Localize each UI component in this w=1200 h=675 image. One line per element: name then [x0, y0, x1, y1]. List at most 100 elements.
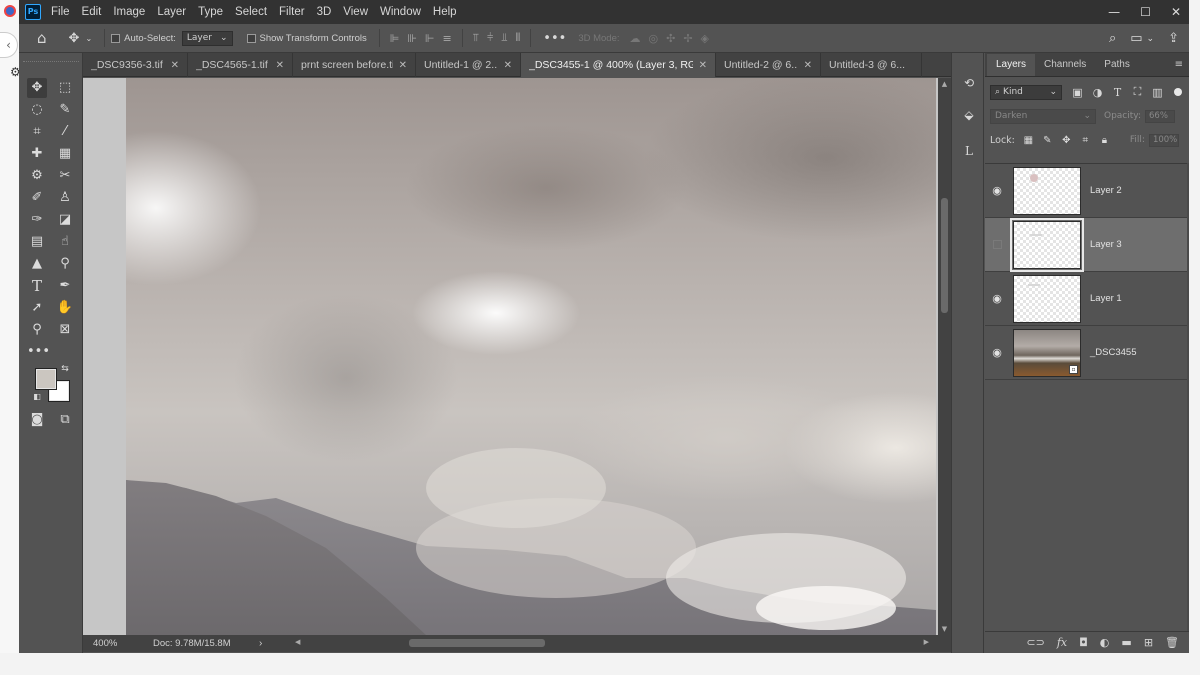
- close-icon[interactable]: ✕: [276, 60, 284, 71]
- layer-row[interactable]: ◉ Layer 2: [985, 164, 1189, 218]
- layer-name[interactable]: Layer 1: [1090, 293, 1122, 304]
- visibility-eye-icon[interactable]: ◉: [985, 184, 1009, 197]
- share-icon[interactable]: ⇪: [1168, 31, 1179, 46]
- show-transform-checkbox[interactable]: [246, 33, 256, 43]
- gradient-tool-icon[interactable]: ▤: [27, 232, 47, 252]
- fx-icon[interactable]: fx: [1057, 636, 1067, 649]
- link-layers-icon[interactable]: ⊂⊃: [1026, 636, 1044, 649]
- layer-kind-dropdown[interactable]: ⌕ Kind ⌄: [990, 84, 1062, 100]
- 3d-scale-icon[interactable]: ◈: [701, 32, 709, 45]
- visibility-eye-icon[interactable]: ◉: [985, 292, 1009, 305]
- menu-3d[interactable]: 3D: [317, 6, 332, 18]
- new-group-icon[interactable]: ▬: [1121, 636, 1131, 649]
- quick-select-tool-icon[interactable]: ✎: [55, 100, 75, 120]
- fill-input[interactable]: 100%: [1148, 133, 1179, 147]
- layer-name[interactable]: _DSC3455: [1090, 347, 1136, 358]
- lock-position-icon[interactable]: ✥: [1061, 135, 1072, 146]
- 3d-roll-icon[interactable]: ◎: [649, 32, 659, 45]
- distribute-vertical-icon[interactable]: ⦀: [515, 31, 520, 45]
- scroll-down-icon[interactable]: ▼: [938, 625, 951, 633]
- visibility-eye-icon[interactable]: ◉: [985, 346, 1009, 359]
- delete-layer-icon[interactable]: 🗑︎: [1165, 636, 1179, 649]
- eyedropper-tool-icon[interactable]: ⁄: [55, 122, 75, 142]
- 3d-drag-icon[interactable]: ✣: [666, 32, 675, 45]
- doc-tab[interactable]: _DSC4565-1.tif ✕: [188, 53, 293, 77]
- search-icon[interactable]: ⌕: [1109, 31, 1116, 46]
- scroll-up-icon[interactable]: ▲: [938, 80, 951, 88]
- doc-tab[interactable]: Untitled-3 @ 6...: [821, 53, 922, 77]
- scroll-right-icon[interactable]: ▶: [924, 638, 929, 646]
- auto-select-target-dropdown[interactable]: Layer ⌄: [181, 30, 233, 46]
- align-vertical-centers-icon[interactable]: ⫩: [487, 31, 493, 45]
- move-tool-icon[interactable]: ✥: [69, 31, 80, 46]
- layers-scrollbar[interactable]: [1187, 163, 1189, 633]
- foreground-color-swatch[interactable]: [36, 369, 56, 389]
- align-horizontal-centers-icon[interactable]: ⊪: [407, 32, 417, 45]
- scroll-left-icon[interactable]: ◀: [295, 638, 300, 646]
- browser-back-icon[interactable]: ‹: [0, 32, 18, 58]
- history-panel-icon[interactable]: ⟲: [959, 73, 979, 93]
- crop-tool-icon[interactable]: ⌗: [27, 122, 47, 142]
- chevron-down-icon[interactable]: ⌄: [1147, 34, 1155, 44]
- align-left-edges-icon[interactable]: ⊫: [390, 32, 400, 45]
- panel-menu-icon[interactable]: ≡: [1175, 59, 1183, 70]
- layer-row[interactable]: ◉ ▫ _DSC3455: [985, 326, 1189, 380]
- zoom-tool-icon[interactable]: ⚲: [27, 320, 47, 340]
- lock-all-icon[interactable]: 🔒︎: [1099, 135, 1110, 146]
- edit-toolbar-icon[interactable]: •••: [27, 342, 50, 362]
- quick-mask-icon[interactable]: ◙: [27, 410, 47, 430]
- lasso-tool-icon[interactable]: ◌: [27, 100, 47, 120]
- more-options-icon[interactable]: •••: [543, 31, 566, 46]
- filter-toggle[interactable]: [1174, 88, 1182, 96]
- menu-type[interactable]: Type: [198, 6, 223, 18]
- doc-tab[interactable]: _DSC9356-3.tif ✕: [83, 53, 188, 77]
- doc-tab[interactable]: Untitled-1 @ 2... ✕: [416, 53, 521, 77]
- menu-layer[interactable]: Layer: [157, 6, 186, 18]
- zoom-level[interactable]: 400%: [93, 638, 153, 649]
- move-tool-icon[interactable]: ✥: [27, 78, 47, 98]
- menu-view[interactable]: View: [343, 6, 368, 18]
- menu-filter[interactable]: Filter: [279, 6, 305, 18]
- menu-help[interactable]: Help: [433, 6, 457, 18]
- path-selection-tool-icon[interactable]: ➚: [27, 298, 47, 318]
- smudge-tool-icon[interactable]: ☝: [55, 232, 75, 252]
- visibility-toggle-off[interactable]: [985, 240, 1009, 249]
- maximize-icon[interactable]: ☐: [1140, 5, 1151, 19]
- close-icon[interactable]: ✕: [804, 60, 812, 71]
- status-menu-icon[interactable]: ›: [259, 638, 262, 649]
- vertical-scroll-thumb[interactable]: [941, 198, 948, 313]
- horizontal-scroll-thumb[interactable]: [409, 639, 545, 647]
- adjustment-filter-icon[interactable]: ◑: [1092, 86, 1103, 99]
- align-right-edges-icon[interactable]: ⊩: [425, 32, 435, 45]
- blend-mode-dropdown[interactable]: Darken ⌄: [990, 108, 1096, 124]
- add-mask-icon[interactable]: ◘: [1079, 636, 1088, 649]
- close-icon[interactable]: ✕: [1171, 5, 1181, 19]
- toolbar-grip[interactable]: [23, 61, 79, 63]
- tab-channels[interactable]: Channels: [1035, 54, 1095, 76]
- close-icon[interactable]: ✕: [699, 60, 707, 71]
- workspace-icon[interactable]: ▭: [1130, 31, 1142, 46]
- lock-transparent-icon[interactable]: ▦: [1023, 135, 1034, 146]
- chevron-down-icon[interactable]: ⌄: [85, 34, 92, 43]
- swap-colors-icon[interactable]: ⇆: [59, 363, 71, 375]
- layer-row-selected[interactable]: Layer 3: [985, 217, 1189, 272]
- 3d-slide-icon[interactable]: ✢: [683, 32, 692, 45]
- vertical-scrollbar[interactable]: ▲ ▼: [938, 78, 951, 635]
- layer-name[interactable]: Layer 3: [1090, 239, 1122, 250]
- menu-edit[interactable]: Edit: [82, 6, 102, 18]
- menu-file[interactable]: File: [51, 6, 70, 18]
- doc-tab[interactable]: prnt screen before.tif ✕: [293, 53, 416, 77]
- opacity-input[interactable]: 66%: [1145, 109, 1175, 123]
- 3d-panel-icon[interactable]: ⬙: [959, 105, 979, 125]
- type-filter-icon[interactable]: T: [1112, 86, 1123, 99]
- horizontal-scrollbar[interactable]: ◀ ▶: [291, 635, 933, 652]
- tab-paths[interactable]: Paths: [1095, 54, 1139, 76]
- minimize-icon[interactable]: —: [1108, 5, 1120, 19]
- menu-window[interactable]: Window: [380, 6, 421, 18]
- pen-tool-icon[interactable]: ✒: [55, 276, 75, 296]
- content-aware-move-icon[interactable]: ✂: [55, 166, 75, 186]
- home-icon[interactable]: ⌂: [37, 29, 47, 47]
- artboard-nesting-icon[interactable]: ⌗: [1080, 135, 1091, 146]
- distribute-icon[interactable]: ≡: [443, 32, 452, 45]
- layer-row[interactable]: ◉ Layer 1: [985, 272, 1189, 326]
